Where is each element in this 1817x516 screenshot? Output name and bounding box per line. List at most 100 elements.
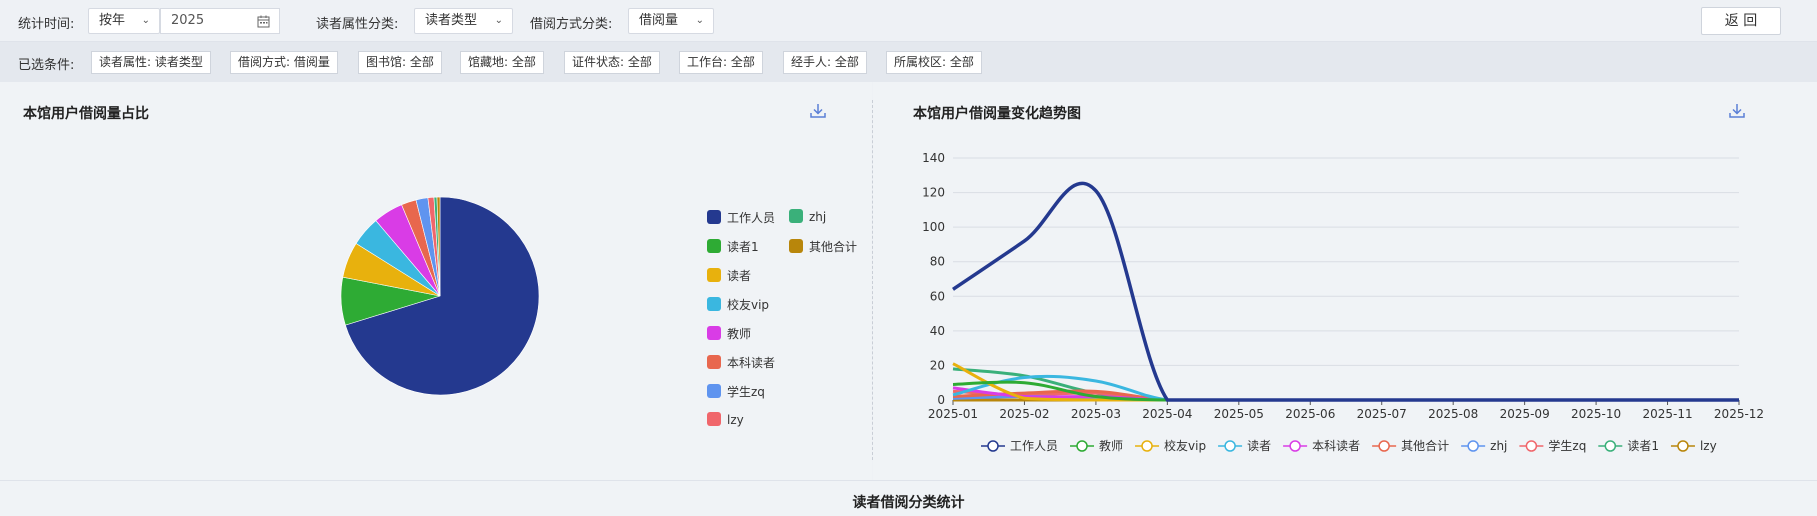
legend-marker	[1289, 440, 1301, 452]
pie-legend-item[interactable]: lzy	[707, 412, 744, 427]
legend-swatch	[707, 355, 721, 369]
line-legend-item[interactable]: 教师	[1070, 438, 1123, 453]
condition-bar: 已选条件: 读者属性: 读者类型 借阅方式: 借阅量 图书馆: 全部 馆藏地: …	[0, 42, 1817, 82]
chevron-down-icon: ⌄	[695, 15, 704, 26]
condition-tag[interactable]: 读者属性: 读者类型	[91, 51, 211, 74]
condition-tag[interactable]: 工作台: 全部	[679, 51, 763, 74]
line-legend-item[interactable]: zhj	[1461, 439, 1507, 453]
legend-label: 校友vip	[727, 298, 770, 312]
legend-swatch	[707, 297, 721, 311]
line-legend-item[interactable]: 工作人员	[981, 439, 1058, 453]
time-mode-value: 按年	[99, 13, 126, 28]
line-legend-item[interactable]: 学生zq	[1519, 438, 1586, 453]
x-tick-label: 2025-12	[1714, 407, 1764, 421]
back-button[interactable]: 返 回	[1701, 7, 1781, 35]
legend-marker	[1677, 440, 1689, 452]
time-mode-select[interactable]: 按年 ⌄	[88, 8, 160, 34]
pie-legend-item[interactable]: 教师	[707, 325, 751, 342]
chevron-down-icon: ⌄	[494, 15, 503, 26]
pie-legend-item[interactable]: 读者1	[707, 238, 759, 255]
x-tick-label: 2025-10	[1571, 407, 1621, 421]
condition-label: 已选条件:	[18, 58, 75, 73]
legend-label: 工作人员	[1010, 439, 1058, 453]
chevron-down-icon: ⌄	[141, 15, 150, 26]
x-tick-label: 2025-06	[1285, 407, 1335, 421]
legend-marker	[1141, 440, 1153, 452]
legend-label: 读者	[727, 269, 752, 283]
borrow-mode-value: 借阅量	[639, 13, 679, 28]
legend-swatch	[707, 326, 721, 340]
borrow-mode-select[interactable]: 借阅量 ⌄	[628, 8, 714, 34]
x-tick-label: 2025-08	[1428, 407, 1478, 421]
pie-legend-item[interactable]: 工作人员	[707, 209, 775, 226]
legend-swatch	[707, 268, 721, 282]
legend-label: 本科读者	[1312, 439, 1360, 453]
legend-label: lzy	[727, 413, 744, 427]
legend-label: 其他合计	[1401, 438, 1449, 453]
pie-legend-item[interactable]: 学生zq	[707, 383, 765, 400]
condition-tag[interactable]: 图书馆: 全部	[358, 51, 442, 74]
borrow-mode-label: 借阅方式分类:	[530, 17, 613, 32]
legend-label: 读者	[1247, 439, 1271, 453]
x-tick-label: 2025-05	[1214, 407, 1264, 421]
condition-tag[interactable]: 借阅方式: 借阅量	[230, 51, 338, 74]
x-tick-label: 2025-02	[999, 407, 1049, 421]
pie-legend-item[interactable]: 读者	[707, 267, 751, 284]
pie-legend-item[interactable]: zhj	[789, 209, 826, 224]
y-tick-label: 120	[922, 186, 945, 200]
legend-label: 教师	[1099, 438, 1123, 453]
year-value: 2025	[171, 13, 205, 28]
legend-swatch	[789, 239, 803, 253]
legend-swatch	[789, 209, 803, 223]
line-legend-item[interactable]: lzy	[1670, 439, 1717, 453]
condition-tag[interactable]: 馆藏地: 全部	[460, 51, 544, 74]
legend-marker	[1378, 440, 1390, 452]
pie-legend-item[interactable]: 本科读者	[707, 354, 775, 371]
year-input[interactable]: 2025	[160, 8, 280, 34]
legend-label: 其他合计	[809, 240, 858, 254]
line-legend-item[interactable]: 读者1	[1598, 439, 1659, 453]
legend-label: lzy	[1700, 439, 1717, 453]
legend-label: 读者1	[1627, 439, 1659, 453]
legend-label: 工作人员	[727, 211, 776, 225]
line-legend-item[interactable]: 其他合计	[1372, 438, 1449, 453]
x-tick-label: 2025-11	[1642, 407, 1692, 421]
line-panel: 本馆用户借阅量变化趋势图 0 20 40 60 80 100 120 140 2025-01 20…	[873, 82, 1817, 480]
condition-tag[interactable]: 所属校区: 全部	[886, 51, 982, 74]
reader-attr-select[interactable]: 读者类型 ⌄	[414, 8, 513, 34]
y-tick-label: 0	[937, 393, 945, 407]
legend-swatch	[707, 210, 721, 224]
pie-panel: 本馆用户借阅量占比 工作人员 读者1 读者 校友vip 教师 本科读者 学生zq lzy zhj…	[0, 82, 872, 480]
line-chart: 0 20 40 60 80 100 120 140 2025-01 2025-02 2025-03 2…	[922, 151, 1764, 453]
legend-label: zhj	[809, 210, 827, 224]
condition-tag[interactable]: 证件状态: 全部	[564, 51, 660, 74]
legend-label: 学生zq	[1548, 438, 1586, 453]
y-tick-label: 40	[930, 324, 945, 338]
legend-label: 教师	[727, 327, 752, 341]
legend-label: 学生zq	[727, 385, 765, 399]
y-tick-label: 100	[922, 220, 945, 234]
condition-tag[interactable]: 经手人: 全部	[783, 51, 867, 74]
y-tick-label: 60	[930, 289, 945, 303]
pie-legend-item[interactable]: 校友vip	[707, 296, 769, 313]
series-line[interactable]	[952, 181, 1739, 402]
line-legend-item[interactable]: 本科读者	[1283, 439, 1360, 453]
legend-swatch	[707, 239, 721, 253]
x-tick-label: 2025-04	[1142, 407, 1192, 421]
reader-attr-value: 读者类型	[425, 13, 478, 28]
time-label: 统计时间:	[18, 17, 75, 32]
x-tick-label: 2025-09	[1500, 407, 1550, 421]
legend-label: zhj	[1490, 439, 1507, 453]
x-tick-label: 2025-01	[928, 407, 978, 421]
legend-marker	[1525, 440, 1538, 452]
x-tick-label: 2025-03	[1071, 407, 1121, 421]
line-legend-item[interactable]: 校友vip	[1135, 438, 1206, 453]
pie-legend-item[interactable]: 其他合计	[789, 238, 857, 255]
y-tick-label: 140	[922, 151, 945, 165]
bottom-section: 读者借阅分类统计	[0, 480, 1817, 516]
calendar-icon	[257, 15, 270, 28]
legend-marker	[1604, 440, 1617, 452]
filter-bar: 统计时间: 按年 ⌄ 2025 读者属性分类: 读者类型 ⌄ 借阅方式分类: 借…	[0, 0, 1817, 42]
legend-label: 校友vip	[1164, 438, 1206, 453]
line-legend-item[interactable]: 读者	[1218, 439, 1271, 453]
